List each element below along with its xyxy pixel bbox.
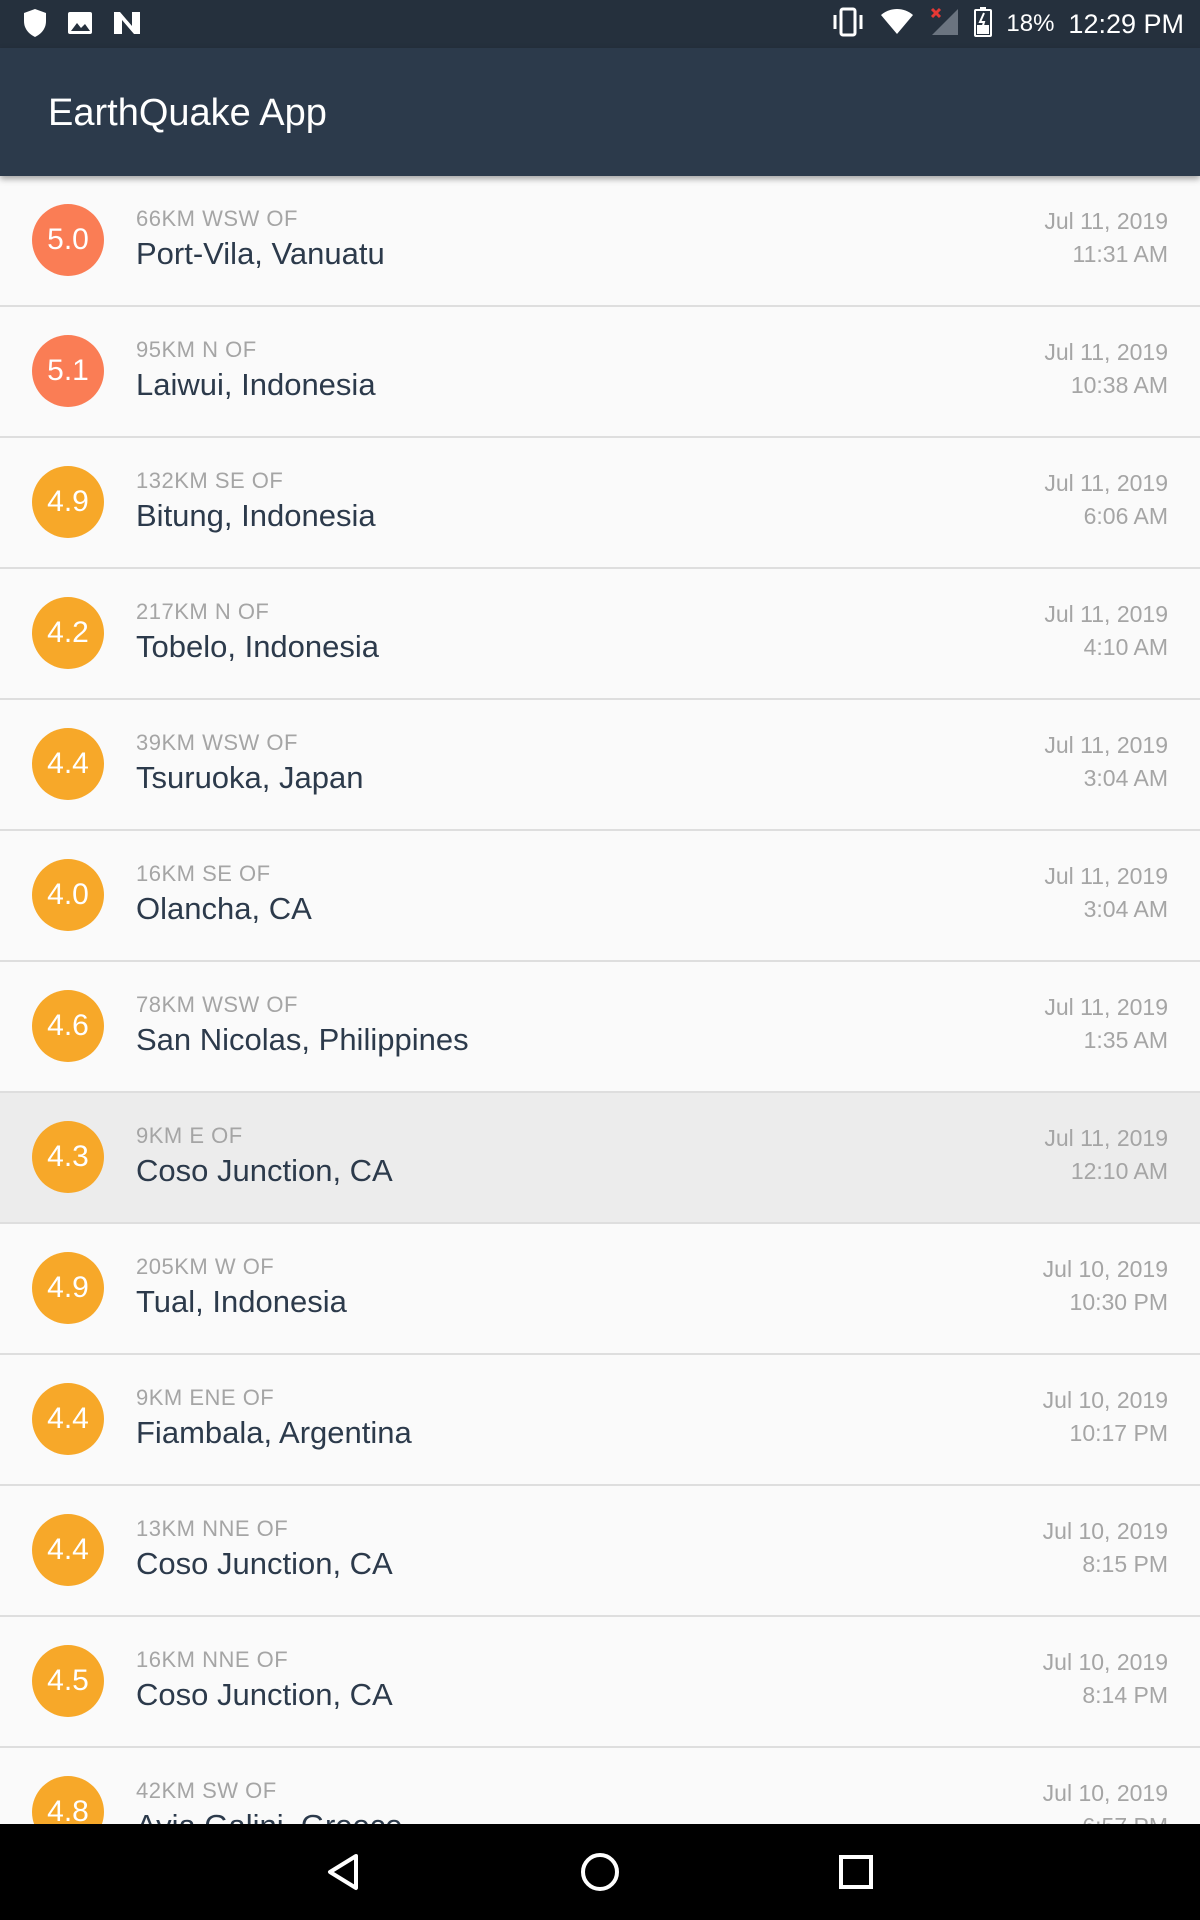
- location-primary: Tobelo, Indonesia: [136, 629, 380, 664]
- quake-time: 4:10 AM: [1083, 634, 1168, 660]
- earthquake-list-item[interactable]: 4.9 132KM SE OF Bitung, Indonesia Jul 11…: [0, 438, 1200, 569]
- status-time: 12:29 PM: [1068, 8, 1184, 39]
- quake-time: 3:04 AM: [1083, 896, 1168, 922]
- location-primary: Tual, Indonesia: [136, 1284, 347, 1319]
- magnitude-badge: 4.0: [32, 859, 104, 931]
- location-primary: Olancha, CA: [136, 891, 312, 926]
- quake-date: Jul 11, 2019: [1044, 339, 1168, 365]
- app-title: EarthQuake App: [48, 92, 327, 134]
- earthquake-list-item[interactable]: 4.0 16KM SE OF Olancha, CA Jul 11, 2019 …: [0, 831, 1200, 962]
- magnitude-badge: 4.5: [32, 1645, 104, 1717]
- magnitude-badge: 4.6: [32, 990, 104, 1062]
- recents-icon[interactable]: [830, 1846, 882, 1898]
- location-offset: 39KM WSW OF: [136, 730, 298, 755]
- quake-time: 8:14 PM: [1082, 1682, 1168, 1708]
- quake-date: Jul 11, 2019: [1044, 863, 1168, 889]
- location-offset: 217KM N OF: [136, 599, 270, 624]
- quake-date: Jul 11, 2019: [1044, 208, 1168, 234]
- quake-time: 10:17 PM: [1069, 1420, 1168, 1446]
- location-offset: 16KM SE OF: [136, 861, 271, 886]
- earthquake-list-item[interactable]: 4.4 13KM NNE OF Coso Junction, CA Jul 10…: [0, 1486, 1200, 1617]
- location-primary: San Nicolas, Philippines: [136, 1022, 469, 1057]
- location-offset: 42KM SW OF: [136, 1778, 277, 1803]
- earthquake-list-item[interactable]: 4.4 9KM ENE OF Fiambala, Argentina Jul 1…: [0, 1355, 1200, 1486]
- quake-time: 6:06 AM: [1083, 503, 1168, 529]
- location-primary: Ayia Galini, Greece: [136, 1808, 403, 1824]
- location-offset: 78KM WSW OF: [136, 992, 298, 1017]
- location-offset: 95KM N OF: [136, 337, 257, 362]
- location-primary: Fiambala, Argentina: [136, 1415, 412, 1450]
- magnitude-badge: 4.9: [32, 466, 104, 538]
- magnitude-badge: 5.0: [32, 204, 104, 276]
- quake-date: Jul 10, 2019: [1042, 1518, 1168, 1544]
- earthquake-list-item[interactable]: 4.2 217KM N OF Tobelo, Indonesia Jul 11,…: [0, 569, 1200, 700]
- quake-date: Jul 10, 2019: [1042, 1256, 1168, 1282]
- location-primary: Tsuruoka, Japan: [136, 760, 364, 795]
- quake-date: Jul 10, 2019: [1042, 1780, 1168, 1806]
- location-primary: Bitung, Indonesia: [136, 498, 376, 533]
- quake-date: Jul 11, 2019: [1044, 1125, 1168, 1151]
- image-icon: [66, 9, 94, 42]
- earthquake-list-item[interactable]: 5.0 66KM WSW OF Port-Vila, Vanuatu Jul 1…: [0, 176, 1200, 307]
- app-bar: EarthQuake App: [0, 48, 1200, 176]
- earthquake-list-item[interactable]: 5.1 95KM N OF Laiwui, Indonesia Jul 11, …: [0, 307, 1200, 438]
- battery-icon: [974, 6, 993, 42]
- quake-time: 12:10 AM: [1070, 1158, 1168, 1184]
- quake-date: Jul 11, 2019: [1044, 470, 1168, 496]
- location-offset: 66KM WSW OF: [136, 206, 298, 231]
- quake-time: 6:57 PM: [1082, 1813, 1168, 1824]
- earthquake-list-item[interactable]: 4.4 39KM WSW OF Tsuruoka, Japan Jul 11, …: [0, 700, 1200, 831]
- quake-date: Jul 10, 2019: [1042, 1387, 1168, 1413]
- magnitude-badge: 4.2: [32, 597, 104, 669]
- magnitude-badge: 4.8: [32, 1776, 104, 1824]
- location-offset: 13KM NNE OF: [136, 1516, 289, 1541]
- quake-time: 3:04 AM: [1083, 765, 1168, 791]
- status-bar: 18% 12:29 PM: [0, 0, 1200, 48]
- quake-time: 8:15 PM: [1082, 1551, 1168, 1577]
- earthquake-list-item[interactable]: 4.9 205KM W OF Tual, Indonesia Jul 10, 2…: [0, 1224, 1200, 1355]
- quake-date: Jul 11, 2019: [1044, 994, 1168, 1020]
- location-offset: 9KM ENE OF: [136, 1385, 275, 1410]
- battery-percent: 18%: [1006, 10, 1055, 37]
- earthquake-list-item[interactable]: 4.5 16KM NNE OF Coso Junction, CA Jul 10…: [0, 1617, 1200, 1748]
- back-icon[interactable]: [318, 1846, 370, 1898]
- magnitude-badge: 4.4: [32, 728, 104, 800]
- quake-date: Jul 11, 2019: [1044, 732, 1168, 758]
- earthquake-list[interactable]: 5.0 66KM WSW OF Port-Vila, Vanuatu Jul 1…: [0, 176, 1200, 1824]
- quake-date: Jul 11, 2019: [1044, 601, 1168, 627]
- shield-icon: [22, 8, 48, 43]
- location-primary: Laiwui, Indonesia: [136, 367, 376, 402]
- quake-time: 11:31 AM: [1072, 241, 1168, 267]
- status-bar-right: 18% 12:29 PM: [830, 6, 1184, 42]
- location-offset: 9KM E OF: [136, 1123, 243, 1148]
- magnitude-badge: 4.3: [32, 1121, 104, 1193]
- magnitude-badge: 4.9: [32, 1252, 104, 1324]
- earthquake-list-item[interactable]: 4.6 78KM WSW OF San Nicolas, Philippines…: [0, 962, 1200, 1093]
- n-logo-icon: [112, 10, 142, 41]
- location-offset: 205KM W OF: [136, 1254, 275, 1279]
- location-primary: Coso Junction, CA: [136, 1546, 393, 1581]
- quake-time: 10:30 PM: [1069, 1289, 1168, 1315]
- signal-icon: [928, 7, 960, 42]
- status-bar-left: [22, 8, 142, 43]
- magnitude-badge: 5.1: [32, 335, 104, 407]
- earthquake-list-item[interactable]: 4.8 42KM SW OF Ayia Galini, Greece Jul 1…: [0, 1748, 1200, 1824]
- wifi-icon: [880, 8, 914, 41]
- location-primary: Coso Junction, CA: [136, 1677, 393, 1712]
- quake-date: Jul 10, 2019: [1042, 1649, 1168, 1675]
- home-icon[interactable]: [574, 1846, 626, 1898]
- location-primary: Coso Junction, CA: [136, 1153, 393, 1188]
- magnitude-badge: 4.4: [32, 1514, 104, 1586]
- earthquake-list-item[interactable]: 4.3 9KM E OF Coso Junction, CA Jul 11, 2…: [0, 1093, 1200, 1224]
- quake-time: 10:38 AM: [1070, 372, 1168, 398]
- location-primary: Port-Vila, Vanuatu: [136, 236, 385, 271]
- magnitude-badge: 4.4: [32, 1383, 104, 1455]
- quake-time: 1:35 AM: [1083, 1027, 1168, 1053]
- vibrate-icon: [830, 7, 866, 42]
- location-offset: 132KM SE OF: [136, 468, 284, 493]
- location-offset: 16KM NNE OF: [136, 1647, 289, 1672]
- navigation-bar: [0, 1824, 1200, 1920]
